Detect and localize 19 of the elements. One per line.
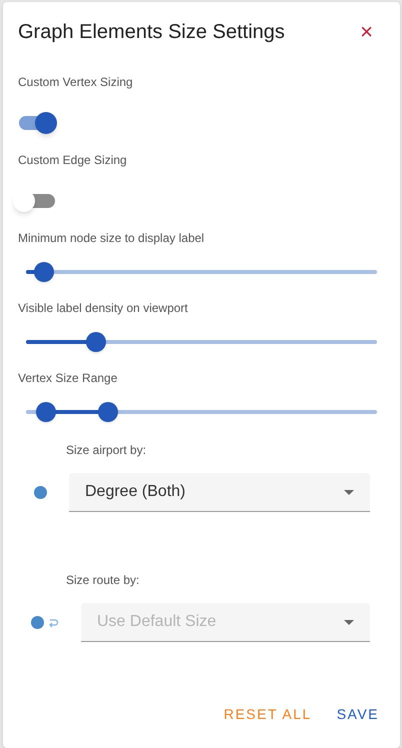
toggle-label: Custom Edge Sizing — [18, 152, 128, 168]
slider-label: Minimum node size to display label — [18, 230, 206, 246]
save-button[interactable]: SAVE — [336, 704, 379, 725]
select-label: Size airport by: — [66, 442, 148, 458]
dropdown-select[interactable]: Degree (Both) — [69, 473, 370, 512]
node-icon — [34, 486, 47, 499]
slider-label: Visible label density on viewport — [18, 300, 189, 316]
slider-thumb[interactable] — [36, 402, 56, 422]
slider-thumb[interactable] — [34, 262, 54, 282]
slider-thumb[interactable] — [86, 332, 106, 352]
edge-icon — [31, 616, 59, 629]
caret-icon — [344, 620, 354, 624]
close-button[interactable]: × — [360, 21, 373, 43]
select-label: Size route by: — [66, 572, 140, 588]
slider-thumb[interactable] — [98, 402, 118, 422]
slider-label: Vertex Size Range — [18, 370, 118, 386]
caret-icon — [344, 490, 354, 494]
dialog-title: Graph Elements Size Settings — [18, 20, 285, 45]
toggle-label: Custom Vertex Sizing — [18, 74, 134, 90]
